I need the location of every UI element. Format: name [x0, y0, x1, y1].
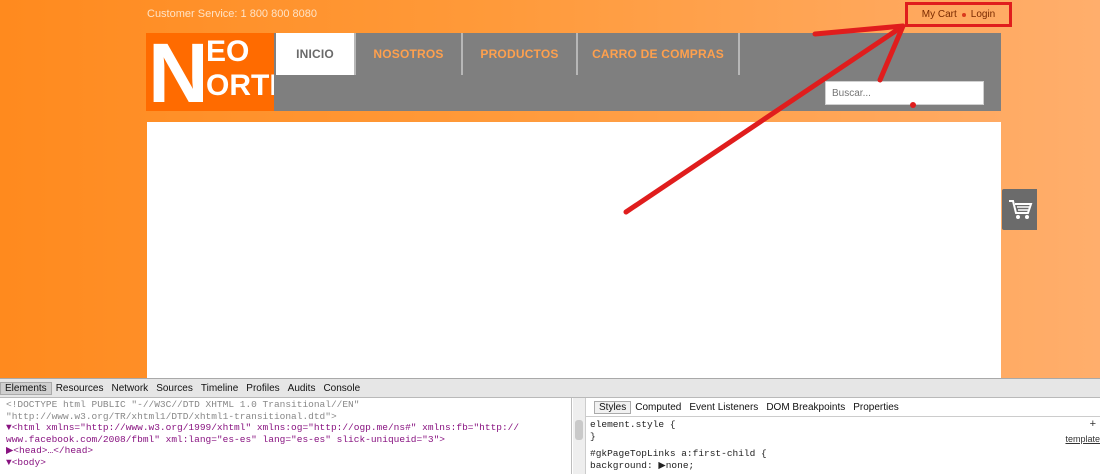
- styles-rules: element.style { } #gkPageTopLinks a:firs…: [586, 417, 1100, 473]
- search-input[interactable]: [825, 81, 984, 105]
- tab-elements[interactable]: Elements: [0, 381, 52, 395]
- nav-item-carro-de-compras[interactable]: CARRO DE COMPRAS: [578, 33, 740, 75]
- tab-console[interactable]: Console: [319, 383, 364, 394]
- style-line[interactable]: element.style {: [590, 419, 1096, 431]
- main-nav: INICIO NOSOTROS PRODUCTOS CARRO DE COMPR…: [276, 33, 740, 75]
- tab-network[interactable]: Network: [108, 383, 153, 394]
- tab-styles[interactable]: Styles: [594, 400, 632, 414]
- shopping-cart-icon: [1009, 200, 1033, 219]
- my-cart-link[interactable]: My Cart: [922, 9, 957, 20]
- devtools-tabs: Elements Resources Network Sources Timel…: [0, 379, 1100, 398]
- site-logo[interactable]: N EO ORTE: [146, 33, 274, 111]
- style-line: }: [590, 430, 596, 442]
- nav-item-inicio[interactable]: INICIO: [276, 33, 356, 75]
- site-header: N EO ORTE INICIO NOSOTROS PRODUCTOS CARR…: [146, 33, 1001, 111]
- styles-pane: Styles Computed Event Listeners DOM Brea…: [586, 398, 1100, 474]
- add-rule-button[interactable]: +: [1090, 418, 1096, 430]
- floating-cart-button[interactable]: [1002, 189, 1037, 230]
- tab-sources[interactable]: Sources: [152, 383, 197, 394]
- tab-profiles[interactable]: Profiles: [242, 383, 283, 394]
- style-line[interactable]: background: ▶none;: [590, 460, 1096, 472]
- top-links-box: My Cart Login: [905, 2, 1012, 27]
- dom-tree-scrollbar[interactable]: [573, 398, 586, 474]
- login-link[interactable]: Login: [971, 9, 995, 20]
- dom-line[interactable]: ▼<body>: [6, 457, 565, 469]
- dom-line[interactable]: www.facebook.com/2008/fbml" xml:lang="es…: [6, 434, 565, 446]
- tab-dom-breakpoints[interactable]: DOM Breakpoints: [762, 402, 849, 413]
- dom-line[interactable]: ▶<head>…</head>: [6, 445, 565, 457]
- main-content-area: [147, 122, 1001, 378]
- dom-line[interactable]: ▼<html xmlns="http://www.w3.org/1999/xht…: [6, 422, 565, 434]
- nav-item-nosotros[interactable]: NOSOTROS: [356, 33, 463, 75]
- tab-timeline[interactable]: Timeline: [197, 383, 242, 394]
- styles-pane-tabs: Styles Computed Event Listeners DOM Brea…: [586, 398, 1100, 417]
- customer-service-text: Customer Service: 1 800 800 8080: [147, 8, 317, 20]
- tab-event-listeners[interactable]: Event Listeners: [685, 402, 762, 413]
- tab-resources[interactable]: Resources: [52, 383, 108, 394]
- logo-text-top: EO: [206, 35, 250, 68]
- scrollbar-thumb[interactable]: [575, 420, 583, 440]
- logo-text-bottom: ORTE: [206, 69, 274, 102]
- tab-audits[interactable]: Audits: [284, 383, 320, 394]
- logo-letter-n: N: [148, 33, 209, 111]
- tab-properties[interactable]: Properties: [849, 402, 903, 413]
- bullet-separator: [961, 12, 966, 17]
- dom-tree: <!DOCTYPE html PUBLIC "-//W3C//DTD XHTML…: [0, 398, 572, 474]
- devtools-panel: Elements Resources Network Sources Timel…: [0, 378, 1100, 474]
- style-line[interactable]: #gkPageTopLinks a:first-child {: [590, 448, 1096, 460]
- nav-item-productos[interactable]: PRODUCTOS: [463, 33, 578, 75]
- dom-line[interactable]: "http://www.w3.org/TR/xhtml1/DTD/xhtml1-…: [6, 411, 565, 423]
- dom-line[interactable]: <!DOCTYPE html PUBLIC "-//W3C//DTD XHTML…: [6, 399, 565, 411]
- tab-computed[interactable]: Computed: [631, 402, 685, 413]
- stylesheet-source-link[interactable]: template: [1065, 434, 1100, 444]
